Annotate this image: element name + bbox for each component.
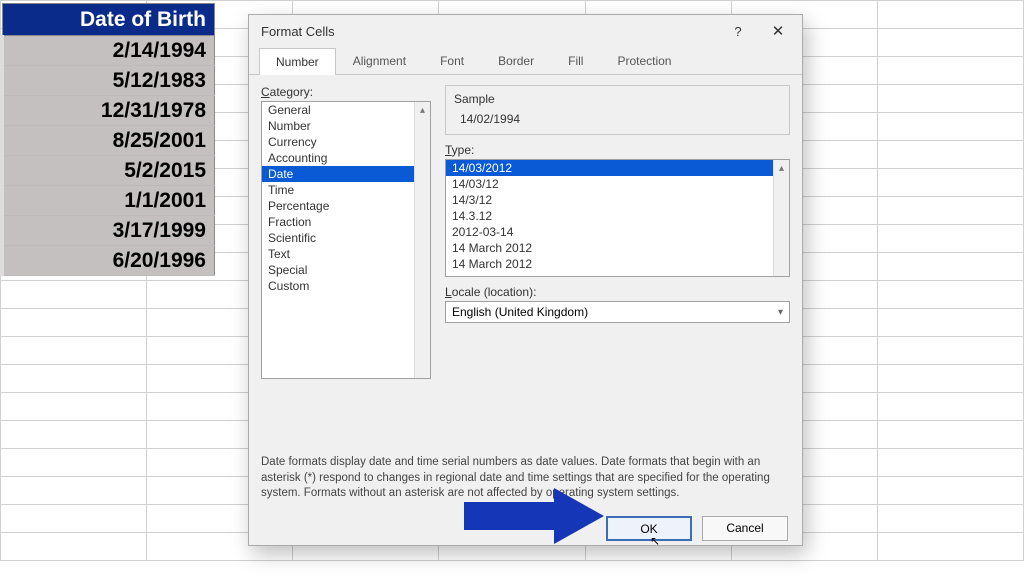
cancel-button[interactable]: Cancel <box>702 516 788 541</box>
type-item[interactable]: 2012-03-14 <box>446 224 789 240</box>
date-cell[interactable]: 12/31/1978 <box>2 96 215 126</box>
dialog-buttons: OK ↖ Cancel <box>249 510 802 553</box>
category-item[interactable]: Percentage <box>262 198 430 214</box>
help-button[interactable]: ? <box>718 17 758 45</box>
category-item[interactable]: Scientific <box>262 230 430 246</box>
format-cells-dialog: Format Cells ? ✕ NumberAlignmentFontBord… <box>248 14 803 546</box>
tab-border[interactable]: Border <box>481 47 551 74</box>
sample-label: Sample <box>454 92 781 106</box>
tab-strip: NumberAlignmentFontBorderFillProtection <box>249 47 802 75</box>
date-cell[interactable]: 8/25/2001 <box>2 126 215 156</box>
category-item[interactable]: Custom <box>262 278 430 294</box>
tab-protection[interactable]: Protection <box>600 47 688 74</box>
type-item[interactable]: 14/03/12 <box>446 176 789 192</box>
type-item[interactable]: 14/3/12 <box>446 192 789 208</box>
ok-button[interactable]: OK ↖ <box>606 516 692 541</box>
date-cell[interactable]: 1/1/2001 <box>2 186 215 216</box>
tab-fill[interactable]: Fill <box>551 47 600 74</box>
tab-font[interactable]: Font <box>423 47 481 74</box>
date-cell[interactable]: 2/14/1994 <box>2 36 215 66</box>
sample-group: Sample 14/02/1994 <box>445 85 790 135</box>
scroll-up-icon[interactable]: ▴ <box>415 102 430 118</box>
dialog-titlebar: Format Cells ? ✕ <box>249 15 802 47</box>
type-item[interactable]: 14 March 2012 <box>446 240 789 256</box>
tab-alignment[interactable]: Alignment <box>336 47 423 74</box>
category-item[interactable]: Special <box>262 262 430 278</box>
locale-value: English (United Kingdom) <box>452 305 588 319</box>
close-button[interactable]: ✕ <box>758 17 798 45</box>
date-cell[interactable]: 3/17/1999 <box>2 216 215 246</box>
category-item[interactable]: Number <box>262 118 430 134</box>
dialog-title: Format Cells <box>261 24 718 39</box>
type-label: Type: <box>445 143 790 157</box>
category-item[interactable]: Accounting <box>262 150 430 166</box>
locale-combobox[interactable]: English (United Kingdom) ▾ <box>445 301 790 323</box>
category-label: Category: <box>261 85 431 99</box>
category-item[interactable]: Time <box>262 182 430 198</box>
type-item[interactable]: 14 March 2012 <box>446 256 789 272</box>
sample-value: 14/02/1994 <box>454 112 781 126</box>
scrollbar[interactable]: ▴ <box>414 102 430 378</box>
category-item[interactable]: Date <box>262 166 430 182</box>
date-cell[interactable]: 5/2/2015 <box>2 156 215 186</box>
number-pane: Category: GeneralNumberCurrencyAccountin… <box>249 75 802 387</box>
date-column: Date of Birth 2/14/19945/12/198312/31/19… <box>0 3 215 276</box>
type-item[interactable]: 14/03/2012 <box>446 160 789 176</box>
date-cell[interactable]: 6/20/1996 <box>2 246 215 276</box>
scrollbar[interactable]: ▴ <box>773 160 789 276</box>
category-item[interactable]: Text <box>262 246 430 262</box>
tab-number[interactable]: Number <box>259 48 336 75</box>
category-item[interactable]: Fraction <box>262 214 430 230</box>
category-listbox[interactable]: GeneralNumberCurrencyAccountingDateTimeP… <box>261 101 431 379</box>
type-listbox[interactable]: 14/03/201214/03/1214/3/1214.3.122012-03-… <box>445 159 790 277</box>
scroll-up-icon[interactable]: ▴ <box>774 160 789 176</box>
format-description: Date formats display date and time seria… <box>249 387 802 510</box>
date-cell[interactable]: 5/12/1983 <box>2 66 215 96</box>
column-header: Date of Birth <box>2 4 215 36</box>
chevron-down-icon: ▾ <box>778 307 783 318</box>
locale-label: Locale (location): <box>445 285 790 299</box>
category-item[interactable]: Currency <box>262 134 430 150</box>
category-item[interactable]: General <box>262 102 430 118</box>
type-item[interactable]: 14.3.12 <box>446 208 789 224</box>
